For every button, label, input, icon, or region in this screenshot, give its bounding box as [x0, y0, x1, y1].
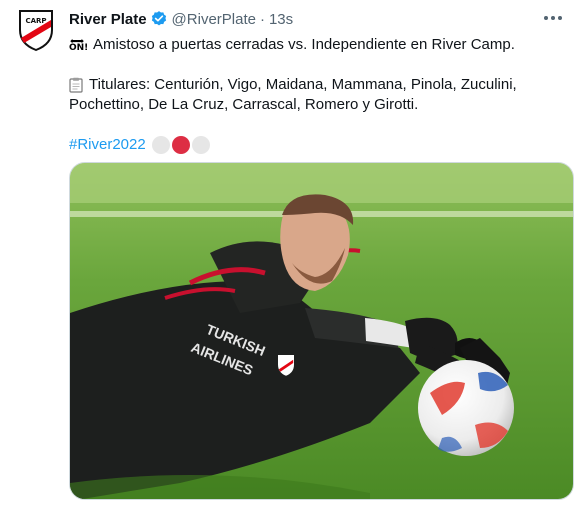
tweet-line-4: #River2022: [69, 135, 559, 155]
hashtag-link[interactable]: #River2022: [69, 135, 146, 155]
tweet-line-3: Pochettino, De La Cruz, Carrascal, Romer…: [69, 95, 559, 115]
tweet-text-line-2: Titulares: Centurión, Vigo, Maidana, Mam…: [89, 76, 517, 93]
white-circle-emoji-icon: [191, 136, 210, 154]
tweet-line-2: Titulares: Centurión, Vigo, Maidana, Mam…: [69, 75, 559, 95]
on-emoji-label: ON!: [69, 43, 89, 53]
author-handle[interactable]: @RiverPlate: [172, 11, 256, 28]
tweet-photo[interactable]: TURKISH AIRLINES: [69, 162, 574, 500]
avatar-crest-text: CARP: [25, 17, 46, 25]
separator-dot: ·: [259, 10, 265, 28]
avatar[interactable]: CARP: [12, 6, 60, 54]
river-plate-crest-icon: CARP: [19, 10, 53, 52]
goalkeeper-photo: TURKISH AIRLINES: [70, 163, 573, 499]
red-circle-emoji-icon: [171, 136, 190, 154]
tweet-line-1: ⬅➡ ON! Amistoso a puertas cerradas vs. I…: [69, 35, 559, 55]
verified-badge-icon: [150, 10, 168, 28]
more-options-icon: [544, 16, 562, 20]
clipboard-emoji-icon: [69, 77, 83, 93]
author-name[interactable]: River Plate: [69, 11, 147, 28]
more-options-button[interactable]: [541, 8, 565, 28]
tweet-header: River Plate @RiverPlate · 13s: [69, 8, 565, 30]
tweet-text-line-3: Pochettino, De La Cruz, Carrascal, Romer…: [69, 96, 419, 113]
timestamp[interactable]: 13s: [269, 11, 293, 28]
tweet-text-line-1: Amistoso a puertas cerradas vs. Independ…: [93, 36, 515, 53]
white-circle-emoji-icon: [151, 136, 170, 154]
on-arrow-emoji-icon: ⬅➡ ON!: [69, 36, 89, 53]
tweet-text: ⬅➡ ON! Amistoso a puertas cerradas vs. I…: [69, 35, 559, 155]
tweet[interactable]: CARP River Plate @RiverPlate · 13s ⬅➡ ON…: [0, 0, 577, 510]
